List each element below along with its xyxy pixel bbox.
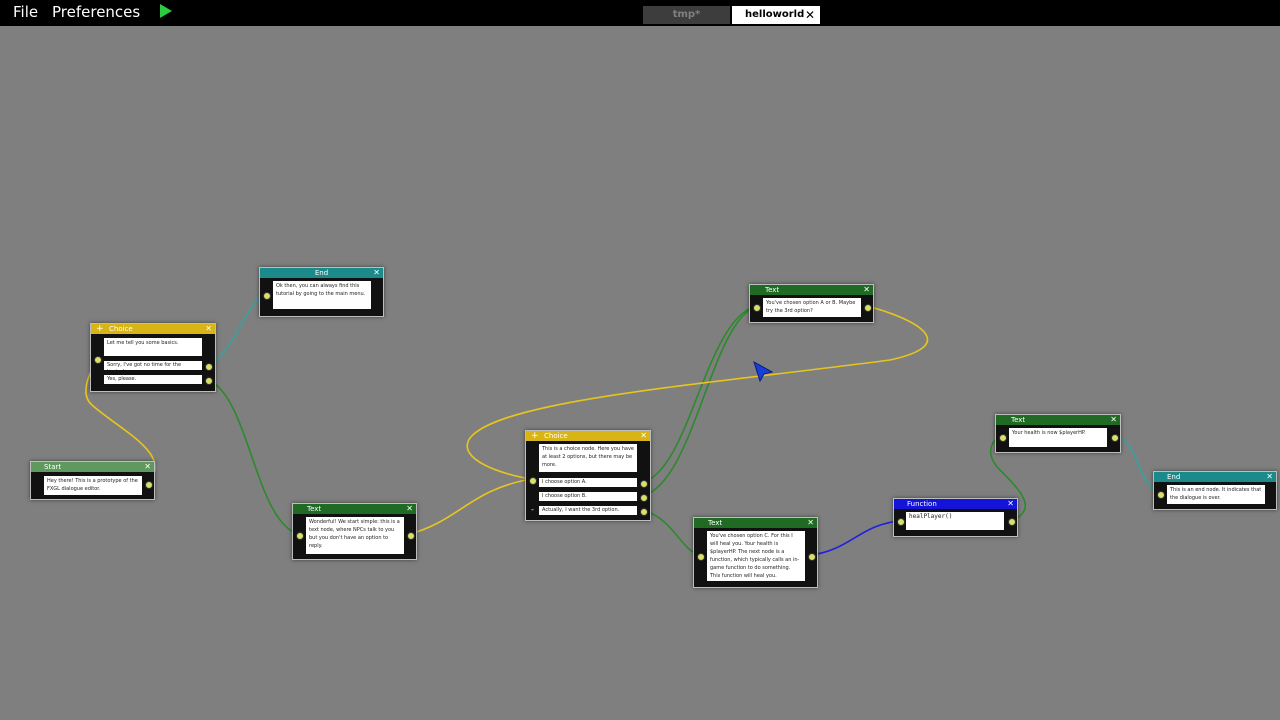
node-text[interactable]: Wonderful! We start simple: this is a te… <box>306 517 404 554</box>
text-node[interactable]: Text ✕ Your health is now $playerHP. <box>995 414 1121 453</box>
close-icon[interactable]: ✕ <box>144 462 151 472</box>
text-node[interactable]: Text ✕ You've chosen option A or B. Mayb… <box>749 284 874 323</box>
node-title: End <box>1167 473 1181 481</box>
node-text[interactable]: This is a choice node. Here you have at … <box>539 444 637 472</box>
remove-option-icon[interactable]: - <box>531 506 534 514</box>
node-title: Function <box>907 500 937 508</box>
input-pin[interactable] <box>296 532 304 540</box>
node-text[interactable]: This is an end node. It indicates that t… <box>1167 485 1265 504</box>
node-title: Choice <box>109 325 133 333</box>
node-title: Text <box>307 505 322 513</box>
node-title: Text <box>765 286 780 294</box>
add-option-icon[interactable]: + <box>531 431 539 441</box>
output-pin[interactable] <box>640 494 648 502</box>
close-icon[interactable]: ✕ <box>640 431 647 441</box>
node-header[interactable]: Text ✕ <box>750 285 873 295</box>
output-pin[interactable] <box>205 363 213 371</box>
close-icon[interactable]: ✕ <box>406 504 413 514</box>
output-pin[interactable] <box>640 508 648 516</box>
input-pin[interactable] <box>263 292 271 300</box>
input-pin[interactable] <box>1157 491 1165 499</box>
output-pin[interactable] <box>1111 434 1119 442</box>
wire-choice-to-text <box>208 379 299 535</box>
wire-choice-to-end <box>208 293 266 367</box>
close-icon[interactable]: ✕ <box>1266 472 1273 482</box>
node-text[interactable]: Hey there! This is a prototype of the FX… <box>44 476 142 495</box>
wire-optC-to-text <box>642 509 701 556</box>
add-option-icon[interactable]: + <box>96 324 104 334</box>
node-header[interactable]: + Choice ✕ <box>526 431 650 441</box>
wire-text-to-choice <box>409 478 532 535</box>
node-text[interactable]: Your health is now $playerHP. <box>1009 428 1107 447</box>
option-field[interactable]: Sorry, I've got no time for the basics! <box>104 361 202 370</box>
node-header[interactable]: End ✕ <box>1154 472 1276 482</box>
end-node[interactable]: End ✕ This is an end node. It indicates … <box>1153 471 1277 510</box>
input-pin[interactable] <box>897 518 905 526</box>
output-pin[interactable] <box>808 553 816 561</box>
start-node[interactable]: Start ✕ Hey there! This is a prototype o… <box>30 461 155 500</box>
node-header[interactable]: + Choice ✕ <box>91 324 215 334</box>
node-title: Text <box>1011 416 1026 424</box>
close-icon[interactable]: ✕ <box>1007 499 1014 509</box>
node-header[interactable]: Start ✕ <box>31 462 154 472</box>
input-pin[interactable] <box>529 477 537 485</box>
input-pin[interactable] <box>94 356 102 364</box>
close-icon[interactable]: ✕ <box>1110 415 1117 425</box>
node-title: End <box>314 269 329 277</box>
end-node[interactable]: End ✕ Ok then, you can always find this … <box>259 267 384 317</box>
output-pin[interactable] <box>145 481 153 489</box>
node-header[interactable]: Text ✕ <box>293 504 416 514</box>
output-pin[interactable] <box>205 377 213 385</box>
text-node[interactable]: Text ✕ You've chosen option C. For this … <box>693 517 818 588</box>
wire-text-to-function <box>810 520 900 556</box>
text-node[interactable]: Text ✕ Wonderful! We start simple: this … <box>292 503 417 560</box>
option-field[interactable]: I choose option A. <box>539 478 637 487</box>
close-icon[interactable]: ✕ <box>373 268 380 278</box>
option-field[interactable]: Yes, please. <box>104 375 202 384</box>
node-text[interactable]: You've chosen option C. For this I will … <box>707 531 805 581</box>
close-icon[interactable]: ✕ <box>205 324 212 334</box>
close-icon[interactable]: ✕ <box>807 518 814 528</box>
node-title: Text <box>708 519 723 527</box>
wire-optB-to-text <box>642 305 757 497</box>
option-field[interactable]: Actually, I want the 3rd option. <box>539 506 637 515</box>
option-field[interactable]: I choose option B. <box>539 492 637 501</box>
close-icon[interactable]: ✕ <box>863 285 870 295</box>
node-header[interactable]: End ✕ <box>260 268 383 278</box>
input-pin[interactable] <box>999 434 1007 442</box>
input-pin[interactable] <box>697 553 705 561</box>
function-node[interactable]: Function ✕ healPlayer() <box>893 498 1018 537</box>
function-call-field[interactable]: healPlayer() <box>906 512 1004 530</box>
node-title: Start <box>44 463 62 471</box>
node-header[interactable]: Text ✕ <box>996 415 1120 425</box>
node-text[interactable]: Let me tell you some basics. <box>104 338 202 356</box>
output-pin[interactable] <box>640 480 648 488</box>
output-pin[interactable] <box>1008 518 1016 526</box>
node-header[interactable]: Function ✕ <box>894 499 1017 509</box>
output-pin[interactable] <box>864 304 872 312</box>
node-text[interactable]: Ok then, you can always find this tutori… <box>273 281 371 309</box>
node-title: Choice <box>544 432 568 440</box>
choice-node[interactable]: + Choice ✕ Let me tell you some basics. … <box>90 323 216 392</box>
node-text[interactable]: You've chosen option A or B. Maybe try t… <box>763 298 861 317</box>
output-pin[interactable] <box>407 532 415 540</box>
input-pin[interactable] <box>753 304 761 312</box>
wire-optA-to-text <box>642 305 757 483</box>
mouse-cursor-icon <box>753 360 774 383</box>
choice-node[interactable]: + Choice ✕ This is a choice node. Here y… <box>525 430 651 521</box>
node-header[interactable]: Text ✕ <box>694 518 817 528</box>
